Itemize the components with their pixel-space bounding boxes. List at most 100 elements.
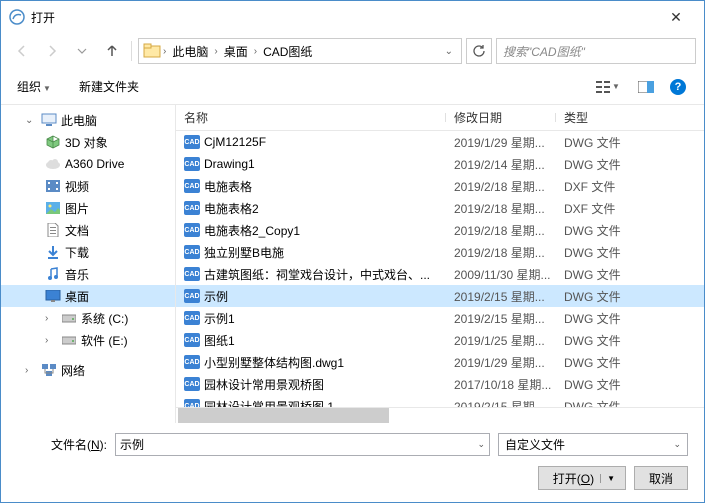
file-date: 2019/1/29 星期...: [446, 354, 556, 371]
preview-pane-button[interactable]: [632, 75, 660, 99]
tree-label: 视频: [65, 178, 89, 195]
file-date: 2019/2/15 星期...: [446, 310, 556, 327]
column-type[interactable]: 类型: [556, 109, 704, 126]
tree-system-c[interactable]: ›系统 (C:): [1, 307, 175, 329]
tree-videos[interactable]: 视频: [1, 175, 175, 197]
desktop-icon: [45, 288, 61, 304]
file-name: 电施表格: [204, 178, 252, 195]
file-row[interactable]: CAD示例12019/2/15 星期...DWG 文件: [176, 307, 704, 329]
file-date: 2019/2/18 星期...: [446, 244, 556, 261]
cad-icon: CAD: [184, 201, 200, 215]
tree-desktop[interactable]: 桌面: [1, 285, 175, 307]
footer: 文件名(N): 示例 ⌄ 自定义文件 ⌄ 打开(O) ▼ 取消: [1, 423, 704, 502]
recent-dropdown[interactable]: [69, 38, 95, 64]
forward-button[interactable]: [39, 38, 65, 64]
file-row[interactable]: CADDrawing12019/2/14 星期...DWG 文件: [176, 153, 704, 175]
file-type: DWG 文件: [556, 332, 704, 349]
cancel-button[interactable]: 取消: [634, 466, 688, 490]
file-row[interactable]: CADCjM12125F2019/1/29 星期...DWG 文件: [176, 131, 704, 153]
horizontal-scrollbar[interactable]: [176, 407, 704, 423]
scroll-thumb[interactable]: [178, 408, 389, 423]
chevron-right-icon: ›: [163, 46, 166, 57]
search-input[interactable]: 搜索"CAD图纸": [496, 38, 696, 64]
file-row[interactable]: CAD小型别墅整体结构图.dwg12019/1/29 星期...DWG 文件: [176, 351, 704, 373]
view-mode-button[interactable]: ▼: [588, 75, 628, 99]
chevron-right-icon: ›: [254, 46, 257, 57]
filter-value: 自定义文件: [505, 436, 673, 453]
file-type: DWG 文件: [556, 310, 704, 327]
file-rows[interactable]: CADCjM12125F2019/1/29 星期...DWG 文件CADDraw…: [176, 131, 704, 407]
new-folder-button[interactable]: 新建文件夹: [75, 76, 143, 97]
help-icon: ?: [670, 79, 686, 95]
filename-label: 文件名(N):: [17, 436, 107, 453]
file-row[interactable]: CAD图纸12019/1/25 星期...DWG 文件: [176, 329, 704, 351]
file-type: DWG 文件: [556, 134, 704, 151]
tree-downloads[interactable]: 下载: [1, 241, 175, 263]
file-name: 独立别墅B电施: [204, 244, 284, 261]
file-date: 2019/1/25 星期...: [446, 332, 556, 349]
tree-label: 3D 对象: [65, 134, 108, 151]
file-date: 2009/11/30 星期...: [446, 266, 556, 283]
file-row[interactable]: CAD园林设计常用景观桥图2017/10/18 星期...DWG 文件: [176, 373, 704, 395]
column-date[interactable]: 修改日期: [446, 109, 556, 126]
addressbar[interactable]: › 此电脑 › 桌面 › CAD图纸 ⌄: [138, 38, 462, 64]
tree-label: 网络: [61, 362, 85, 379]
file-name: 小型别墅整体结构图.dwg1: [204, 354, 344, 371]
breadcrumb-folder[interactable]: CAD图纸: [259, 41, 316, 62]
file-name: 园林设计常用景观桥图: [204, 376, 324, 393]
cad-icon: CAD: [184, 267, 200, 281]
file-type: DWG 文件: [556, 244, 704, 261]
tree-label: 图片: [65, 200, 89, 217]
tree-label: 桌面: [65, 288, 89, 305]
organize-menu[interactable]: 组织▼: [13, 76, 55, 97]
tree-music[interactable]: 音乐: [1, 263, 175, 285]
file-type: DWG 文件: [556, 398, 704, 408]
column-name[interactable]: 名称: [176, 109, 446, 126]
tree-label: 下载: [65, 244, 89, 261]
refresh-button[interactable]: [466, 38, 492, 64]
tree-this-pc[interactable]: ⌄ 此电脑: [1, 109, 175, 131]
tree-3d-objects[interactable]: 3D 对象: [1, 131, 175, 153]
file-type: DWG 文件: [556, 222, 704, 239]
file-row[interactable]: CAD电施表格22019/2/18 星期...DXF 文件: [176, 197, 704, 219]
file-row[interactable]: CAD电施表格2019/2/18 星期...DXF 文件: [176, 175, 704, 197]
video-icon: [45, 178, 61, 194]
separator: [131, 41, 132, 61]
file-row[interactable]: CAD园林设计常用景观桥图 12019/2/15 星期...DWG 文件: [176, 395, 704, 407]
open-dropdown[interactable]: ▼: [600, 474, 615, 483]
file-row[interactable]: CAD独立别墅B电施2019/2/18 星期...DWG 文件: [176, 241, 704, 263]
breadcrumb-desktop[interactable]: 桌面: [220, 41, 252, 62]
address-dropdown[interactable]: ⌄: [441, 46, 457, 57]
chevron-down-icon[interactable]: ⌄: [477, 439, 485, 450]
sidebar: ⌄ 此电脑 3D 对象 A360 Drive 视频 图片 文档 下载 音乐 桌面…: [1, 105, 176, 423]
file-date: 2019/2/15 星期...: [446, 398, 556, 408]
tree-soft-e[interactable]: ›软件 (E:): [1, 329, 175, 351]
body: ⌄ 此电脑 3D 对象 A360 Drive 视频 图片 文档 下载 音乐 桌面…: [1, 105, 704, 423]
file-type: DXF 文件: [556, 200, 704, 217]
file-date: 2019/2/18 星期...: [446, 200, 556, 217]
tree-pictures[interactable]: 图片: [1, 197, 175, 219]
filter-select[interactable]: 自定义文件 ⌄: [498, 433, 688, 456]
tree-documents[interactable]: 文档: [1, 219, 175, 241]
tree-label: 系统 (C:): [81, 310, 128, 327]
chevron-down-icon[interactable]: ⌄: [673, 439, 681, 450]
back-button[interactable]: [9, 38, 35, 64]
filename-input[interactable]: 示例 ⌄: [115, 433, 490, 456]
tree-network[interactable]: ›网络: [1, 359, 175, 381]
tree-a360[interactable]: A360 Drive: [1, 153, 175, 175]
app-icon: [9, 9, 25, 25]
download-icon: [45, 244, 61, 260]
network-icon: [41, 362, 57, 378]
document-icon: [45, 222, 61, 238]
file-row[interactable]: CAD古建筑图纸：祠堂戏台设计，中式戏台、...2009/11/30 星期...…: [176, 263, 704, 285]
help-button[interactable]: ?: [664, 75, 692, 99]
cube-icon: [45, 134, 61, 150]
breadcrumb-pc[interactable]: 此电脑: [168, 41, 212, 62]
close-button[interactable]: ✕: [656, 9, 696, 26]
tree-label: A360 Drive: [65, 157, 124, 171]
up-button[interactable]: [99, 38, 125, 64]
file-row[interactable]: CAD示例2019/2/15 星期...DWG 文件: [176, 285, 704, 307]
open-button[interactable]: 打开(O) ▼: [538, 466, 626, 490]
toolbar: 组织▼ 新建文件夹 ▼ ?: [1, 69, 704, 105]
file-row[interactable]: CAD电施表格2_Copy12019/2/18 星期...DWG 文件: [176, 219, 704, 241]
